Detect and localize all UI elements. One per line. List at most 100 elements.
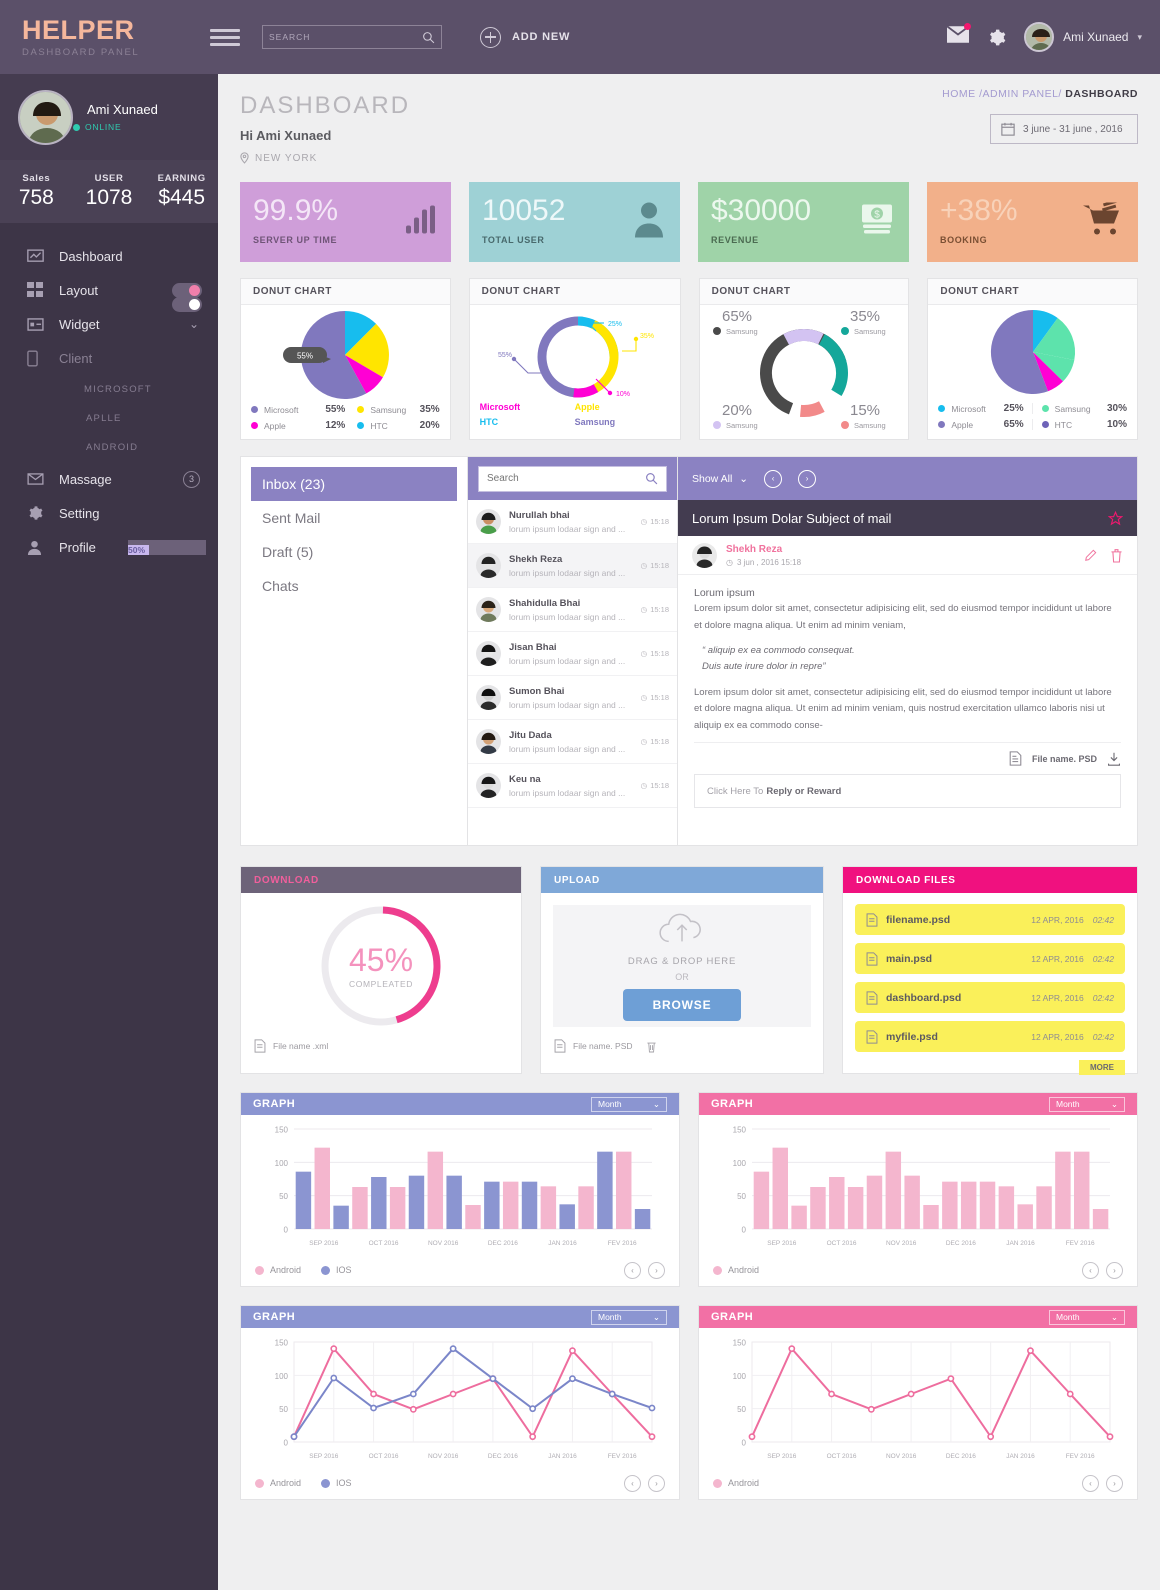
sidebar-item-widget[interactable]: Widget ⌄	[0, 297, 218, 341]
avatar	[18, 89, 73, 145]
gear-icon[interactable]	[987, 28, 1006, 47]
mail-list-item[interactable]: Shekh Reza lorum ipsum lodaar sign and ..…	[468, 544, 677, 588]
next-button[interactable]: ›	[1106, 1261, 1123, 1279]
prev-button[interactable]: ‹	[1082, 1261, 1099, 1279]
svg-text:20%: 20%	[722, 402, 752, 419]
sidebar-item-setting[interactable]: Setting	[0, 496, 218, 530]
mail-attachment[interactable]: File name. PSD	[694, 742, 1121, 767]
download-file-item[interactable]: myfile.psd 12 APR, 2016 02:42	[855, 1021, 1125, 1052]
mail-reply-box[interactable]: Click Here To Reply or Reward	[694, 774, 1121, 809]
bar	[540, 1186, 557, 1229]
mail-list-item[interactable]: Shahidulla Bhai lorum ipsum lodaar sign a…	[468, 588, 677, 632]
chevron-down-icon[interactable]: ⌄	[189, 317, 199, 331]
chevron-down-icon: ⌄	[1110, 1098, 1118, 1109]
x-tick-label: DEC 2016	[488, 1453, 518, 1460]
mail-list-item[interactable]: Sumon Bhai lorum ipsum lodaar sign and ..…	[468, 676, 677, 720]
layout-toggle[interactable]	[172, 282, 202, 298]
period-select[interactable]: Month ⌄	[591, 1309, 667, 1325]
breadcrumb-links[interactable]: HOME /ADMIN PANEL/	[942, 88, 1062, 100]
period-select[interactable]: Month ⌄	[1049, 1096, 1125, 1112]
sidebar-subitem-microsoft[interactable]: MICROSOFT	[0, 375, 218, 404]
mail-list-item[interactable]: Nurullah bhai lorum ipsum lodaar sign and…	[468, 500, 677, 544]
prev-button[interactable]: ‹	[1082, 1474, 1099, 1492]
sidebar-user-name: Ami Xunaed	[87, 102, 158, 117]
data-point	[608, 1390, 616, 1398]
mail-folder-inbox[interactable]: Inbox (23)	[251, 467, 457, 501]
mail-folder-draft[interactable]: Draft (5)	[251, 535, 457, 569]
legend-item: Microsoft 55%	[251, 404, 345, 415]
mail-list-item[interactable]: Keu na lorum ipsum lodaar sign and ... ◷ 15…	[468, 764, 677, 808]
sidebar-item-client[interactable]: Client	[0, 341, 218, 375]
show-all-dropdown[interactable]: Show All ⌄	[692, 473, 748, 485]
stat-card-total-user[interactable]: 10052 TOTAL USER	[469, 182, 680, 262]
trash-icon[interactable]	[1110, 548, 1123, 563]
svg-text:Samsung: Samsung	[854, 421, 886, 430]
sidebar-subitem-aplle[interactable]: APLLE	[0, 404, 218, 433]
prev-mail-button[interactable]: ‹	[764, 469, 783, 488]
prev-button[interactable]: ‹	[624, 1261, 641, 1279]
x-tick-label: DEC 2016	[946, 1240, 976, 1247]
x-tick-label: DEC 2016	[488, 1240, 518, 1247]
show-all-label: Show All	[692, 472, 733, 485]
mail-section: Inbox (23) Sent Mail Draft (5) Chats Nur…	[240, 456, 1138, 846]
download-file-item[interactable]: dashboard.psd 12 APR, 2016 02:42	[855, 982, 1125, 1013]
mail-folder-sent[interactable]: Sent Mail	[251, 501, 457, 535]
sidebar-item-profile[interactable]: Profile 50%	[0, 530, 218, 564]
donut-chart-card-3: DONUT CHART 65% Samsung 35% Samsung 20% …	[698, 278, 910, 440]
browse-button[interactable]: BROWSE	[623, 989, 741, 1021]
svg-text:150: 150	[275, 1126, 289, 1135]
user-menu[interactable]: Ami Xunaed ▾	[1024, 22, 1142, 52]
file-icon	[554, 1039, 566, 1053]
breadcrumb-current: DASHBOARD	[1065, 88, 1138, 100]
progress-percent: 45%	[349, 942, 413, 978]
mail-folder-chats[interactable]: Chats	[251, 569, 457, 603]
search-input[interactable]	[269, 32, 422, 42]
chevron-down-icon: ⌄	[1110, 1311, 1118, 1322]
next-button[interactable]: ›	[1106, 1474, 1123, 1492]
chart-legend: Microsoft Apple HTC Samsung	[480, 402, 670, 432]
date-range-picker[interactable]: 3 june - 31 june , 2016	[990, 114, 1138, 144]
download-icon[interactable]	[1107, 752, 1121, 766]
sidebar-item-dashboard[interactable]: Dashboard	[0, 239, 218, 273]
stat-card-booking[interactable]: +38% BOOKING	[927, 182, 1138, 262]
dropzone[interactable]: DRAG & DROP HERE OR BROWSE	[553, 905, 811, 1027]
more-button[interactable]: MORE	[1079, 1060, 1125, 1075]
legend-item: Samsung 30%	[1033, 403, 1127, 414]
mail-list-item[interactable]: Jisan Bhai lorum ipsum lodaar sign and ..…	[468, 632, 677, 676]
hamburger-menu-icon[interactable]	[210, 25, 240, 50]
trash-icon[interactable]	[646, 1040, 657, 1053]
sidebar-subitem-android[interactable]: ANDROID	[0, 433, 218, 462]
next-mail-button[interactable]: ›	[798, 469, 817, 488]
prev-button[interactable]: ‹	[624, 1474, 641, 1492]
mail-body-heading: Lorum ipsum	[694, 587, 755, 599]
next-button[interactable]: ›	[648, 1474, 665, 1492]
messages-button[interactable]	[946, 23, 972, 48]
card-title: DOWNLOAD	[254, 874, 319, 886]
mail-search-input[interactable]	[487, 473, 645, 484]
upload-file-row[interactable]: File name. PSD	[541, 1039, 823, 1053]
next-button[interactable]: ›	[648, 1261, 665, 1279]
download-file-item[interactable]: main.psd 12 APR, 2016 02:42	[855, 943, 1125, 974]
stat-card-revenue[interactable]: $30000 REVENUE $	[698, 182, 909, 262]
main-content: DASHBOARD Hi Ami Xunaed NEW YORK HOME /A…	[218, 74, 1160, 1590]
sidebar-item-massage[interactable]: Massage 3	[0, 462, 218, 496]
period-select[interactable]: Month ⌄	[591, 1096, 667, 1112]
search-icon	[646, 473, 658, 485]
widget-toggle[interactable]	[172, 297, 202, 312]
edit-icon[interactable]	[1084, 548, 1098, 562]
star-icon[interactable]	[1108, 510, 1123, 526]
sidebar-profile[interactable]: Ami Xunaed ONLINE	[0, 74, 218, 160]
bar	[427, 1151, 444, 1229]
stat-card-server-uptime[interactable]: 99.9% SERVER UP TIME	[240, 182, 451, 262]
svg-text:50: 50	[279, 1192, 288, 1201]
download-file-row[interactable]: File name .xml	[241, 1039, 521, 1053]
mail-search[interactable]	[478, 465, 667, 492]
global-search[interactable]	[262, 25, 442, 49]
mail-list-item[interactable]: Jitu Dada lorum ipsum lodaar sign and ...…	[468, 720, 677, 764]
period-select[interactable]: Month ⌄	[1049, 1309, 1125, 1325]
download-file-item[interactable]: filename.psd 12 APR, 2016 02:42	[855, 904, 1125, 935]
svg-text:Samsung: Samsung	[726, 327, 758, 336]
brand-logo[interactable]: HELPER DASHBOARD PANEL	[0, 16, 218, 58]
line-chart: 0 50 100 150 SEP 2016 OCT 2016 NOV 2016 DEC 201…	[733, 1339, 1114, 1460]
add-new-button[interactable]: ADD NEW	[480, 26, 570, 48]
